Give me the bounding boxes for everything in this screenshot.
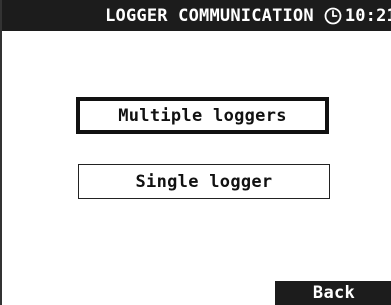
clock: 10:21 bbox=[324, 6, 391, 26]
back-button-label: Back bbox=[312, 283, 356, 303]
single-logger-button[interactable]: Single logger bbox=[78, 164, 330, 199]
multiple-loggers-button[interactable]: Multiple loggers bbox=[76, 97, 329, 134]
device-screen: LOGGER COMMUNICATION 10:21 Multiple logg… bbox=[0, 0, 391, 305]
multiple-loggers-label: Multiple loggers bbox=[118, 105, 287, 126]
title-bar: LOGGER COMMUNICATION 10:21 bbox=[2, 0, 391, 31]
back-button[interactable]: Back bbox=[275, 281, 391, 305]
single-logger-label: Single logger bbox=[135, 171, 273, 192]
page-title: LOGGER COMMUNICATION bbox=[105, 5, 314, 26]
clock-icon bbox=[324, 7, 342, 25]
clock-time: 10:21 bbox=[344, 5, 391, 26]
